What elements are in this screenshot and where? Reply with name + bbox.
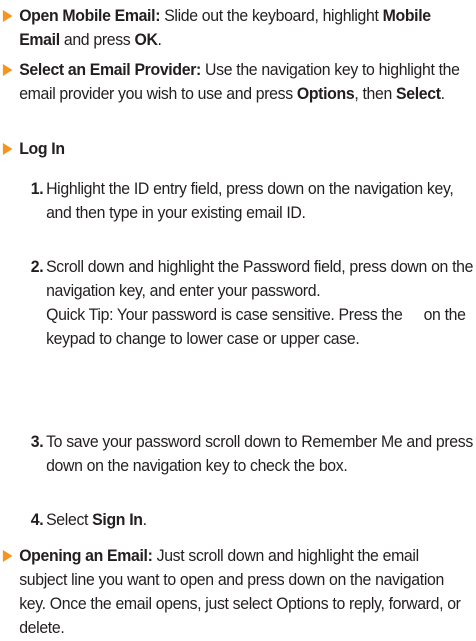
entry-text: . [157, 31, 162, 49]
step-number: 3. [30, 433, 44, 451]
entry-select-provider-text: Select an Email Provider: Use the naviga… [19, 58, 470, 106]
step-2: 2. Scroll down and highlight the Passwor… [0, 255, 474, 351]
step-text-part: Select [46, 511, 93, 529]
entry-text: , then [354, 85, 397, 103]
step-text: Select Sign In. [46, 508, 474, 532]
entry-select-provider: Select an Email Provider: Use the naviga… [0, 58, 460, 106]
menu-name-sign-in: Sign In [92, 511, 143, 529]
orange-arrow-icon [2, 550, 13, 562]
step-4: 4. Select Sign In. [0, 508, 457, 532]
orange-arrow-icon [2, 10, 13, 22]
entry-open-mobile-email-text: Open Mobile Email: Slide out the keyboar… [19, 4, 470, 52]
step-text: To save your password scroll down to Rem… [46, 433, 473, 475]
entry-opening-email: Opening an Email: Just scroll down and h… [0, 544, 461, 640]
key-name-select: Select [396, 85, 441, 103]
key-name-options: Options [296, 85, 355, 103]
quick-tip: Quick Tip: Your password is case sensiti… [46, 303, 474, 351]
entry-title: Open Mobile Email: [19, 7, 161, 25]
key-name-ok: OK [134, 31, 158, 49]
step-text: Highlight the ID entry field, press down… [46, 180, 454, 222]
entry-title: Opening an Email: [19, 547, 153, 565]
quick-tip-text: Quick Tip: Your password is case sensiti… [46, 306, 403, 324]
manual-page: Open Mobile Email: Slide out the keyboar… [0, 0, 476, 641]
entry-opening-email-text: Opening an Email: Just scroll down and h… [19, 544, 470, 640]
step-number: 2. [30, 258, 44, 276]
step-1: 1. Highlight the ID entry field, press d… [0, 177, 457, 225]
orange-arrow-icon [2, 143, 13, 155]
entry-text: and press [59, 31, 135, 49]
step-text-part: . [142, 511, 147, 529]
entry-open-mobile-email: Open Mobile Email: Slide out the keyboar… [0, 4, 457, 52]
step-number: 4. [30, 511, 44, 529]
entry-title: Log In [19, 140, 65, 158]
entry-title: Select an Email Provider: [19, 61, 201, 79]
step-3: 3. To save your password scroll down to … [0, 430, 474, 478]
orange-arrow-icon [2, 64, 13, 76]
entry-text: Slide out the keyboard, highlight [160, 7, 383, 25]
step-text: Scroll down and highlight the Password f… [46, 258, 474, 300]
entry-log-in: Log In [0, 137, 457, 161]
step-number: 1. [30, 180, 44, 198]
step-body: Scroll down and highlight the Password f… [46, 255, 474, 351]
entry-text: . [440, 85, 445, 103]
